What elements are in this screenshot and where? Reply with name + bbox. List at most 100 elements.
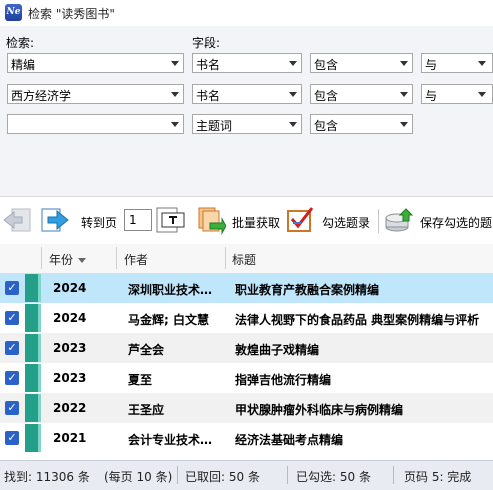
logic-select-2[interactable]: 与 [421, 84, 493, 104]
field-label: 字段: [192, 36, 221, 50]
table-row[interactable]: ✓ 2022 王圣应 甲状腺肿瘤外科临床与病例精编 [0, 393, 493, 423]
dropdown-arrow-icon [400, 122, 408, 127]
row-title: 甲状腺肿瘤外科临床与病例精编 [235, 403, 404, 417]
search-term-input-3[interactable] [7, 114, 184, 134]
column-divider [116, 247, 117, 269]
dropdown-arrow-icon [289, 122, 297, 127]
row-checkbox[interactable]: ✓ [5, 431, 19, 445]
next-page-icon[interactable] [40, 205, 70, 235]
app-logo-icon: Ne [5, 4, 22, 21]
row-year: 2024 [53, 281, 87, 295]
row-author: 会计专业技术… [128, 433, 213, 447]
row-year: 2024 [53, 311, 87, 325]
field-select-value-2: 书名 [196, 89, 221, 103]
match-select-value-3: 包含 [314, 119, 339, 133]
row-author: 王圣应 [128, 403, 165, 417]
row-title: 经济法基础考点精编 [235, 433, 344, 447]
status-retrieved: 已取回: 50 条 [185, 470, 260, 484]
field-select-1[interactable]: 书名 [192, 53, 302, 73]
save-checked-button[interactable]: 保存勾选的题 [420, 214, 492, 231]
row-checkbox[interactable]: ✓ [5, 341, 19, 355]
match-select-3[interactable]: 包含 [310, 114, 413, 134]
row-author: 深圳职业技术… [128, 283, 213, 297]
table-row[interactable]: ✓ 2023 夏至 指弹吉他流行精编 [0, 363, 493, 393]
match-select-value-1: 包含 [314, 58, 339, 72]
grid-header: 年份 作者 标题 [0, 244, 493, 274]
toolbar: 转到页 1 批量获取 勾选题录 保存勾选的题 [0, 196, 493, 245]
previous-page-icon[interactable] [2, 205, 32, 235]
search-term-value-1: 精编 [11, 58, 36, 72]
row-checkbox[interactable]: ✓ [5, 281, 19, 295]
row-author: 夏至 [128, 373, 153, 387]
search-panel: 检索: 字段: 精编 书名 包含 与 西方经济学 书名 包含 与 主题词 包含 [0, 26, 493, 196]
check-record-icon[interactable] [285, 205, 315, 235]
row-checkbox[interactable]: ✓ [5, 311, 19, 325]
save-database-icon[interactable] [384, 205, 414, 235]
book-icon [25, 364, 41, 392]
column-divider [41, 247, 42, 269]
search-label: 检索: [6, 36, 35, 50]
field-select-3[interactable]: 主题词 [192, 114, 302, 134]
status-bar: 找到: 11306 条 (每页 10 条) 已取回: 50 条 已勾选: 50 … [0, 460, 493, 490]
window-title: 检索 "读秀图书" [28, 7, 115, 21]
field-select-value-1: 书名 [196, 58, 221, 72]
dropdown-arrow-icon [400, 92, 408, 97]
book-icon [25, 424, 41, 452]
batch-fetch-button[interactable]: 批量获取 [232, 214, 280, 231]
row-title: 职业教育产教融合案例精编 [235, 283, 380, 297]
status-checked: 已勾选: 50 条 [296, 470, 371, 484]
column-title-header[interactable]: 标题 [232, 251, 256, 268]
book-icon [25, 394, 41, 422]
table-row[interactable]: ✓ 2021 会计专业技术… 经济法基础考点精编 [0, 423, 493, 453]
search-term-input-2[interactable]: 西方经济学 [7, 84, 184, 104]
toolbar-divider [378, 209, 379, 233]
dropdown-arrow-icon [478, 61, 486, 66]
status-divider [177, 466, 178, 484]
sort-desc-icon [78, 258, 87, 263]
row-year: 2023 [53, 371, 87, 385]
goto-page-icon[interactable] [156, 205, 186, 235]
status-found: 找到: 11306 条 [4, 470, 90, 484]
batch-fetch-icon[interactable] [196, 205, 226, 235]
status-divider [287, 466, 288, 484]
dropdown-arrow-icon [289, 92, 297, 97]
book-icon [25, 274, 41, 302]
dropdown-arrow-icon [478, 92, 486, 97]
match-select-2[interactable]: 包含 [310, 84, 413, 104]
row-year: 2022 [53, 401, 87, 415]
column-year-label: 年份 [49, 253, 74, 267]
table-row[interactable]: ✓ 2024 深圳职业技术… 职业教育产教融合案例精编 [0, 273, 493, 303]
title-bar: Ne 检索 "读秀图书" [0, 0, 493, 26]
row-title: 敦煌曲子戏精编 [235, 343, 320, 357]
row-year: 2023 [53, 341, 87, 355]
field-select-value-3: 主题词 [196, 119, 233, 133]
page-number-input[interactable]: 1 [124, 209, 152, 231]
row-year: 2021 [53, 431, 87, 445]
row-checkbox[interactable]: ✓ [5, 401, 19, 415]
status-page: 页码 5: 完成 [404, 470, 472, 484]
row-author: 马金辉; 白文慧 [128, 313, 209, 327]
column-year-header[interactable]: 年份 [49, 251, 87, 268]
table-row[interactable]: ✓ 2023 芦全会 敦煌曲子戏精编 [0, 333, 493, 363]
logic-select-value-2: 与 [425, 89, 438, 103]
dropdown-arrow-icon [171, 92, 179, 97]
match-select-1[interactable]: 包含 [310, 53, 413, 73]
column-divider [225, 247, 226, 269]
logic-select-value-1: 与 [425, 58, 438, 72]
dropdown-arrow-icon [171, 122, 179, 127]
status-divider [393, 466, 394, 484]
row-author: 芦全会 [128, 343, 165, 357]
table-row[interactable]: ✓ 2024 马金辉; 白文慧 法律人视野下的食品药品 典型案例精编与评析 [0, 303, 493, 333]
book-icon [25, 304, 41, 332]
row-checkbox[interactable]: ✓ [5, 371, 19, 385]
row-title: 法律人视野下的食品药品 典型案例精编与评析 [235, 313, 480, 327]
column-author-header[interactable]: 作者 [124, 251, 148, 268]
match-select-value-2: 包含 [314, 89, 339, 103]
search-term-input-1[interactable]: 精编 [7, 53, 184, 73]
dropdown-arrow-icon [400, 61, 408, 66]
field-select-2[interactable]: 书名 [192, 84, 302, 104]
check-record-button[interactable]: 勾选题录 [322, 214, 370, 231]
logic-select-1[interactable]: 与 [421, 53, 493, 73]
book-icon [25, 334, 41, 362]
search-term-value-2: 西方经济学 [11, 89, 72, 103]
